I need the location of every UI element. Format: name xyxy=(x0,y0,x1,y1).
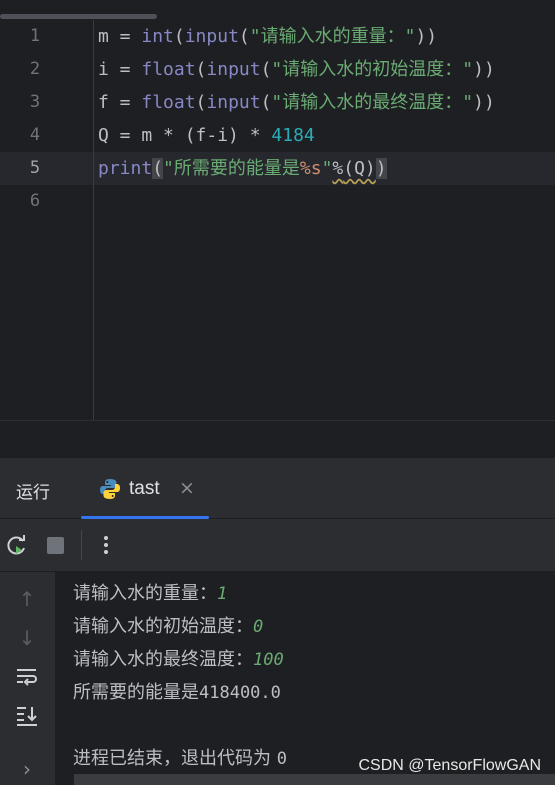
code-line-3[interactable]: 3 f = float(input("请输入水的最终温度：")) xyxy=(0,86,555,119)
code-text[interactable]: f = float(input("请输入水的最终温度：")) xyxy=(98,86,495,119)
code-line-5[interactable]: 5 print("所需要的能量是%s"%(Q)) xyxy=(0,152,555,185)
line-number: 3 xyxy=(29,92,41,112)
horizontal-scrollbar[interactable] xyxy=(0,14,157,19)
console-line: 所需要的能量是418400.0 xyxy=(73,682,281,703)
rerun-icon[interactable] xyxy=(4,532,30,558)
python-icon xyxy=(99,478,121,500)
arrow-down-icon[interactable]: ↓ xyxy=(14,625,40,651)
soft-wrap-icon[interactable] xyxy=(14,664,40,690)
chevron-right-icon[interactable]: › xyxy=(14,756,40,782)
console-line: 请输入水的最终温度：100 xyxy=(73,649,284,670)
watermark: CSDN @TensorFlowGAN xyxy=(358,757,542,774)
line-number: 2 xyxy=(29,59,41,79)
line-number: 4 xyxy=(29,125,41,145)
console-side-toolbar: ↑ ↓ › xyxy=(0,572,56,785)
stop-icon[interactable] xyxy=(43,532,69,558)
tab-tast[interactable]: tast × xyxy=(81,458,209,519)
run-panel-title: 运行 xyxy=(16,483,50,503)
line-number: 1 xyxy=(29,26,41,46)
editor-footer-area xyxy=(0,420,555,459)
run-panel-header: 运行 tast × xyxy=(0,458,555,519)
run-toolbar xyxy=(0,519,555,572)
toolbar-separator xyxy=(81,530,82,560)
close-icon[interactable]: × xyxy=(179,477,195,499)
code-line-6[interactable]: 6 xyxy=(0,185,555,218)
tab-label: tast xyxy=(129,478,160,499)
code-line-1[interactable]: 1 m = int(input("请输入水的重量：")) xyxy=(0,20,555,53)
arrow-up-icon[interactable]: ↑ xyxy=(14,586,40,612)
line-number: 5 xyxy=(29,158,41,178)
line-number: 6 xyxy=(29,191,41,211)
code-text[interactable]: i = float(input("请输入水的初始温度：")) xyxy=(98,53,495,86)
console-line: 进程已结束，退出代码为 0 xyxy=(73,748,287,769)
console-line: 请输入水的重量：1 xyxy=(73,583,228,604)
code-line-2[interactable]: 2 i = float(input("请输入水的初始温度：")) xyxy=(0,53,555,86)
code-text[interactable]: m = int(input("请输入水的重量：")) xyxy=(98,20,437,53)
scroll-to-end-icon[interactable] xyxy=(14,703,40,729)
code-line-4[interactable]: 4 Q = m * (f-i) * 4184 xyxy=(0,119,555,152)
console-line: 请输入水的初始温度：0 xyxy=(73,616,264,637)
code-text[interactable]: Q = m * (f-i) * 4184 xyxy=(98,119,315,152)
code-text[interactable]: print("所需要的能量是%s"%(Q)) xyxy=(98,152,387,185)
more-vertical-icon[interactable] xyxy=(93,532,119,558)
console-output[interactable]: 请输入水的重量：1 请输入水的初始温度：0 请输入水的最终温度：100 所需要的… xyxy=(56,572,555,785)
console-horizontal-scrollbar[interactable] xyxy=(74,774,555,785)
code-editor[interactable]: 1 m = int(input("请输入水的重量：")) 2 i = float… xyxy=(0,0,555,420)
